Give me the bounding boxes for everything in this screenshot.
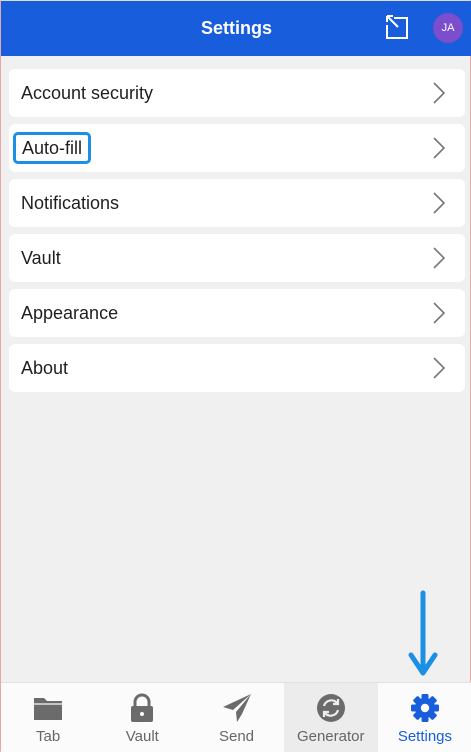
gear-icon [410,694,439,722]
chevron-right-icon [433,137,446,159]
tab-label: Generator [296,728,365,745]
popout-button[interactable] [383,14,411,42]
chevron-right-icon [433,82,446,104]
folder-icon [34,698,63,720]
settings-item-account-security[interactable]: Account security [9,69,465,117]
chevron-right-icon [433,247,446,269]
chevron-right-icon [433,357,446,379]
settings-item-auto-fill[interactable]: Auto-fill [9,124,465,172]
tab-settings[interactable]: Settings [378,683,471,752]
settings-item-label: Auto-fill [13,132,92,164]
settings-item-about[interactable]: About [9,344,465,392]
tab-label: Send [218,728,255,745]
tab-send[interactable]: Send [189,683,283,752]
settings-item-appearance[interactable]: Appearance [9,289,465,337]
app-window: Settings JA Account security Auto-fill N… [0,0,471,752]
refresh-icon [316,694,345,722]
chevron-right-icon [433,302,446,324]
settings-item-label: Notifications [21,193,120,213]
bottom-tab-bar: Tab Vault Send Generator Settings [1,682,471,752]
settings-item-vault[interactable]: Vault [9,234,465,282]
tab-label: Tab [36,728,61,745]
paper-plane-icon [222,694,251,722]
settings-item-label: About [21,358,69,378]
tab-label: Vault [125,728,159,745]
tab-generator[interactable]: Generator [283,683,378,752]
account-avatar[interactable]: JA [433,13,463,43]
down-arrow-annotation-icon [408,590,438,676]
chevron-right-icon [433,192,446,214]
tab-vault[interactable]: Vault [95,683,189,752]
popout-icon [386,15,408,39]
settings-item-notifications[interactable]: Notifications [9,179,465,227]
lock-icon [131,693,154,722]
settings-item-label: Appearance [21,303,119,323]
settings-list: Account security Auto-fill Notifications… [9,69,465,399]
tab-label: Settings [397,728,453,745]
settings-item-label: Vault [21,248,61,268]
tab-tab[interactable]: Tab [1,683,95,752]
settings-item-label: Account security [21,83,154,103]
header-bar: Settings JA [1,1,471,56]
